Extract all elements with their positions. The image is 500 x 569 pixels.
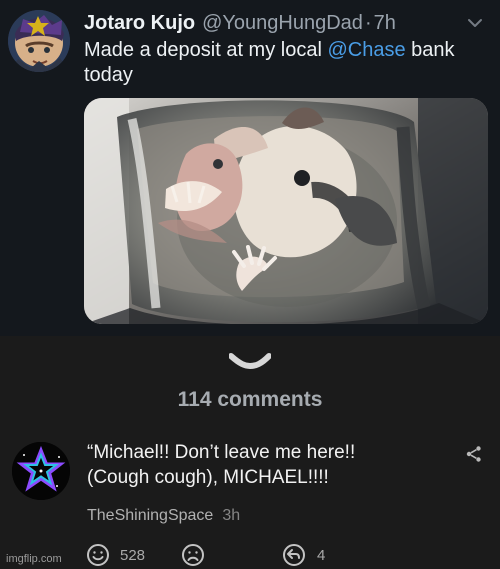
tweet-text-line-two: today [84,64,133,86]
reply-count: 4 [317,547,326,564]
tweet-text-suffix: bank [405,39,455,61]
comment-action-bar: imgflip.com 528 4 [0,539,500,569]
comment-text-line-one: “Michael!! Don’t leave me here!! [87,442,356,463]
tweet-time-separator: · [364,12,372,34]
tweet-handle[interactable]: @YoungHungDad [202,10,363,36]
comments-section: 114 comments “Michael!! Don’t leave me h… [0,336,500,569]
tweet-text: Made a deposit at my local @Chase bank t… [84,38,484,88]
tweet-time: 7h [373,12,396,34]
comment-body: “Michael!! Don’t leave me here!! (Cough … [87,440,447,490]
comment-meta: TheShiningSpace 3h [87,505,240,527]
tweet-text-prefix: Made a deposit at my local [84,39,328,61]
star-avatar-icon[interactable] [12,442,70,500]
opossum-photo[interactable] [84,98,488,324]
comments-count: 114 comments [177,388,323,411]
tweet-card: Jotaro Kujo @YoungHungDad · 7h Made a de… [0,0,500,336]
tweet-text-line-one: Made a deposit at my local @Chase bank [84,38,484,63]
watermark: imgflip.com [6,553,62,565]
tweet-header: Jotaro Kujo @YoungHungDad · 7h [84,10,464,36]
tweet-author-name[interactable]: Jotaro Kujo [84,10,195,36]
comment-time: 3h [222,507,241,524]
comment-text-line-two: (Cough cough), MICHAEL!!!! [87,467,329,488]
reply-arrow-icon[interactable] [282,543,306,567]
smile-face-icon[interactable] [86,543,110,567]
like-count: 528 [120,547,146,564]
tweet-mention-link[interactable]: @Chase [327,39,405,61]
page: Jotaro Kujo @YoungHungDad · 7h Made a de… [0,0,500,569]
share-icon[interactable] [465,445,483,463]
jotaro-avatar-icon[interactable] [8,10,70,72]
frown-face-icon[interactable] [181,543,205,567]
chevron-down-icon[interactable] [464,12,486,34]
comment-username[interactable]: TheShiningSpace [87,507,213,525]
chevron-down-icon[interactable] [229,352,271,370]
